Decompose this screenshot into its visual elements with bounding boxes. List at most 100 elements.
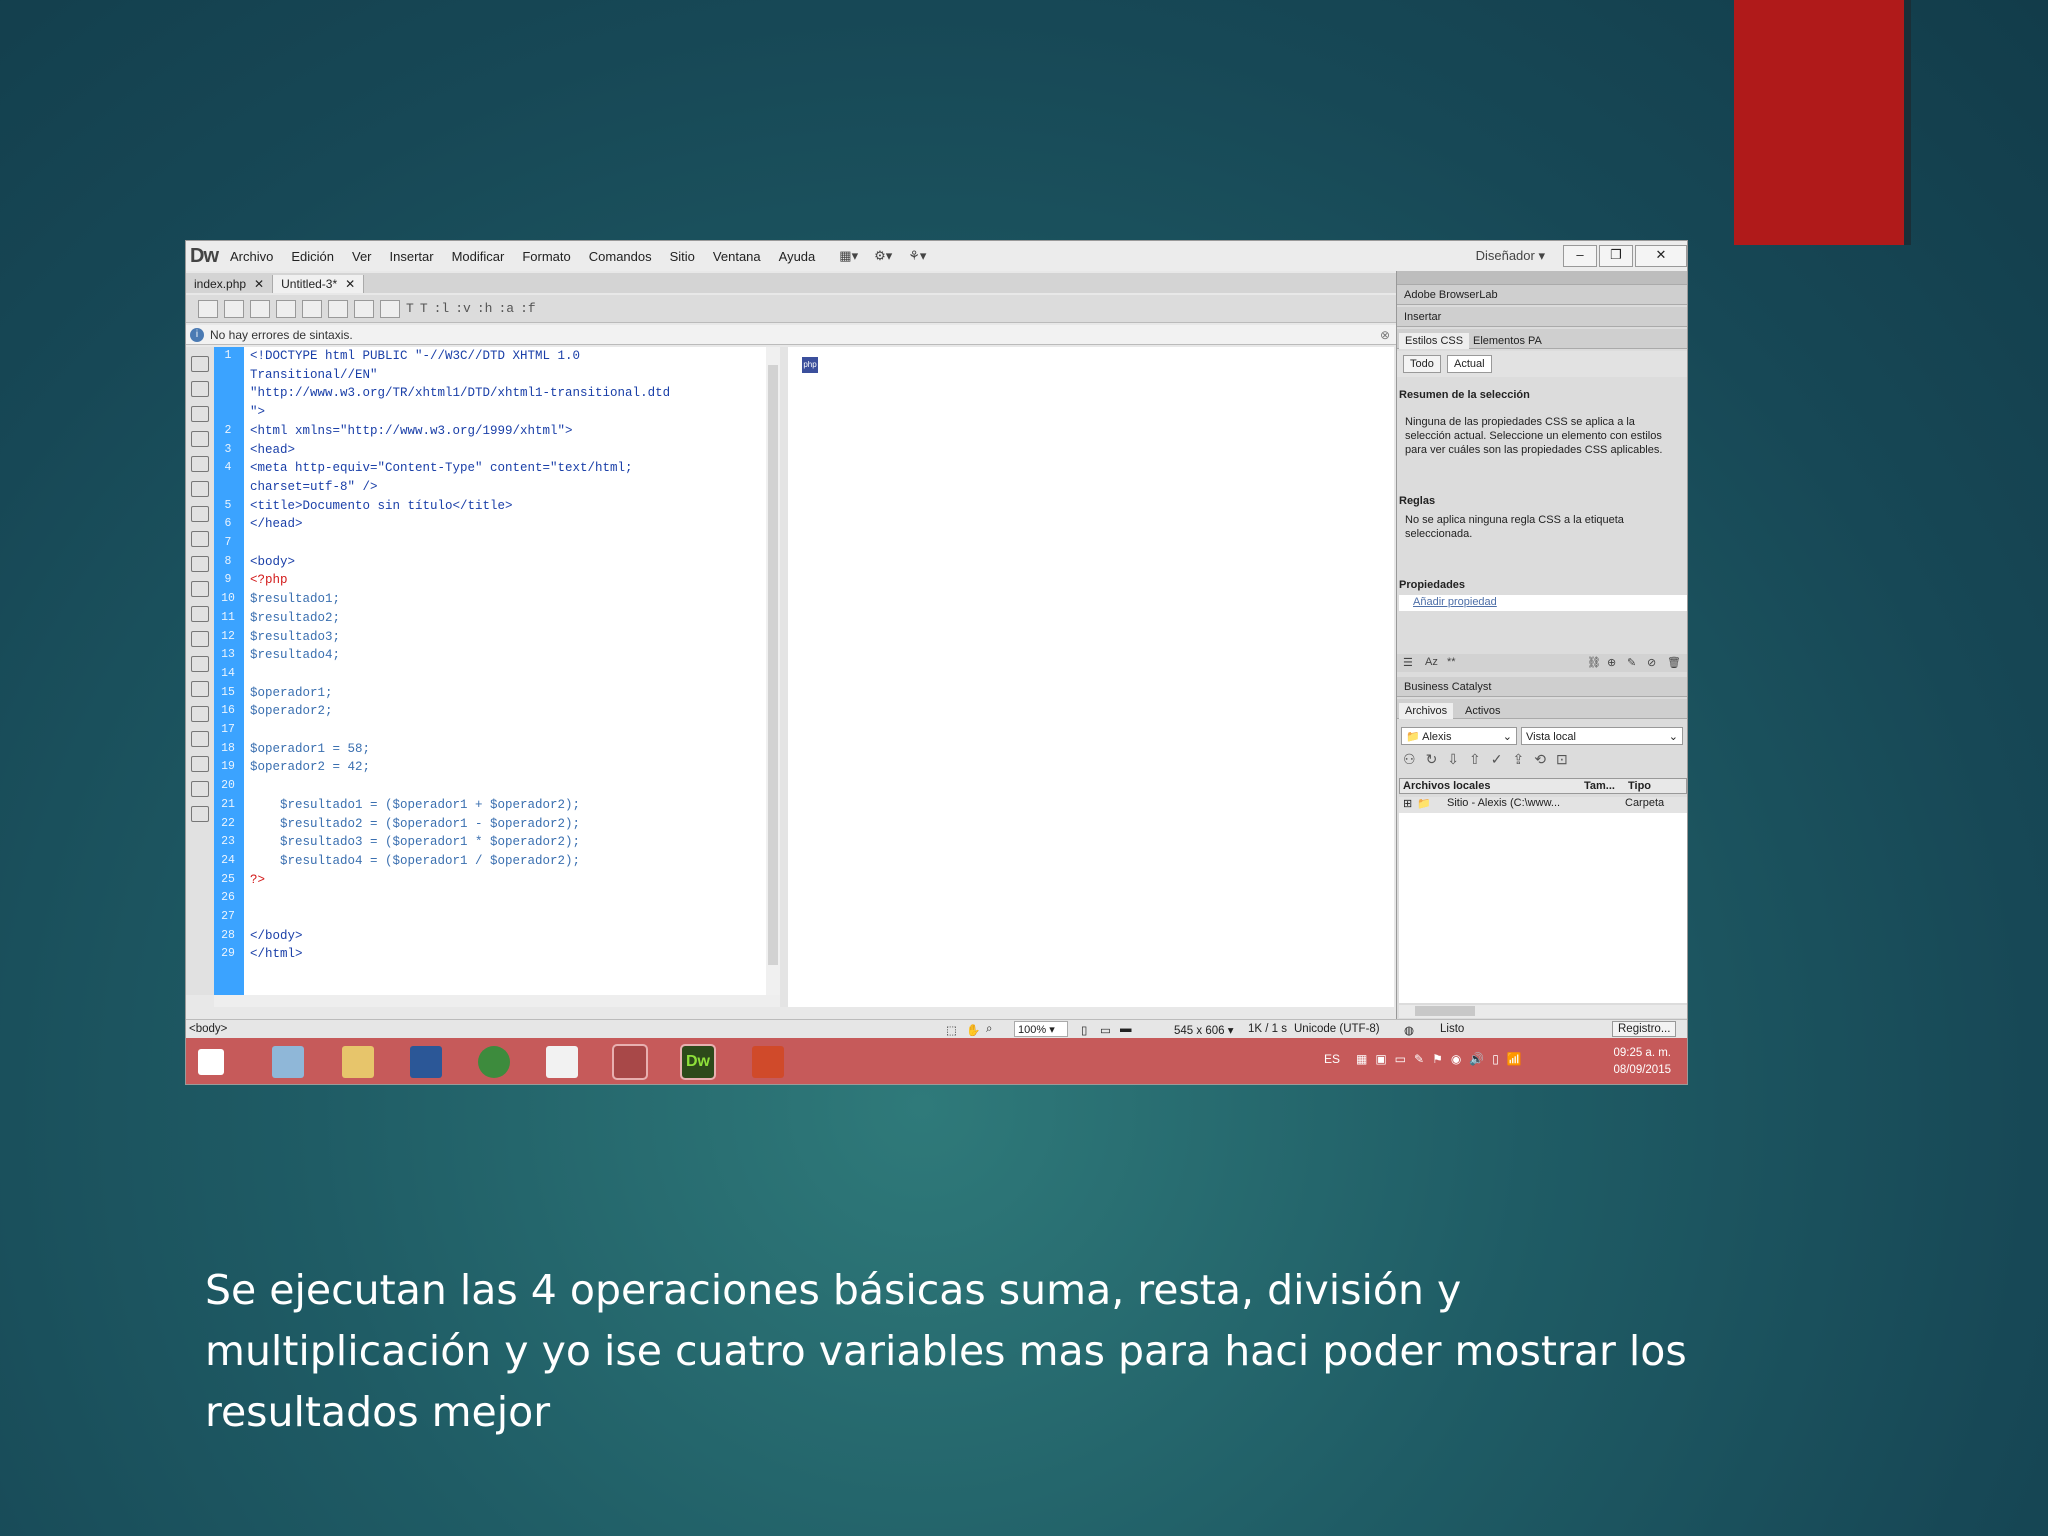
code-line[interactable]: <html xmlns="http://www.w3.org/1999/xhtm… bbox=[250, 424, 573, 438]
refresh-icon[interactable]: ↻ bbox=[1426, 751, 1448, 767]
col-archivos-locales[interactable]: Archivos locales bbox=[1403, 780, 1490, 792]
code-line[interactable]: ?> bbox=[250, 873, 265, 887]
code-horizontal-scrollbar[interactable] bbox=[214, 995, 780, 1007]
menu-formato[interactable]: Formato bbox=[522, 249, 570, 264]
line-number[interactable]: 14 bbox=[214, 667, 242, 680]
sync-icon[interactable]: ⟲ bbox=[1534, 751, 1556, 767]
panel-business-catalyst[interactable]: Business Catalyst bbox=[1397, 677, 1687, 697]
file-explorer-icon[interactable] bbox=[342, 1046, 374, 1078]
close-icon[interactable]: ✕ bbox=[345, 277, 355, 291]
line-number[interactable]: 10 bbox=[214, 592, 242, 605]
tab-index-php[interactable]: index.php ✕ bbox=[186, 275, 274, 293]
connect-icon[interactable]: ⚇ bbox=[1403, 751, 1426, 767]
split-divider[interactable] bbox=[780, 347, 788, 1007]
split-view-icon[interactable] bbox=[224, 299, 244, 318]
line-number[interactable]: 8 bbox=[214, 555, 242, 568]
label-f-button[interactable]: :f bbox=[520, 301, 536, 316]
indent-icon[interactable] bbox=[191, 756, 209, 772]
put-icon[interactable]: ⇧ bbox=[1469, 751, 1491, 767]
code-line[interactable]: $resultado4 = ($operador1 / $operador2); bbox=[250, 854, 580, 868]
tab-untitled-3[interactable]: Untitled-3* ✕ bbox=[273, 275, 365, 293]
design-view[interactable]: php bbox=[788, 347, 1394, 1007]
tray-icons[interactable]: ▦▣▭✎⚑◉🔊▯📶 bbox=[1356, 1052, 1530, 1066]
menu-ver[interactable]: Ver bbox=[352, 249, 372, 264]
menu-comandos[interactable]: Comandos bbox=[589, 249, 652, 264]
checkin-icon[interactable]: ⇪ bbox=[1513, 751, 1535, 767]
line-number[interactable]: 11 bbox=[214, 611, 242, 624]
edit-rule-icon[interactable]: ✎ bbox=[1627, 656, 1636, 669]
site-select[interactable]: 📁 Alexis ⌄ bbox=[1401, 727, 1517, 745]
menu-archivo[interactable]: Archivo bbox=[230, 249, 273, 264]
code-line[interactable]: $resultado1; bbox=[250, 592, 340, 606]
device-desktop-icon[interactable]: ▬ bbox=[1120, 1023, 1132, 1035]
word-wrap-icon[interactable] bbox=[191, 556, 209, 572]
line-number[interactable]: 17 bbox=[214, 723, 242, 736]
code-line[interactable]: <meta http-equiv="Content-Type" content=… bbox=[250, 461, 633, 475]
line-number[interactable]: 2 bbox=[214, 424, 242, 437]
code-line[interactable]: $resultado1 = ($operador1 + $operador2); bbox=[250, 798, 580, 812]
line-number[interactable]: 19 bbox=[214, 760, 242, 773]
line-number[interactable]: 6 bbox=[214, 517, 242, 530]
menu-insertar[interactable]: Insertar bbox=[390, 249, 434, 264]
code-line[interactable]: <title>Documento sin título</title> bbox=[250, 499, 513, 513]
view-select[interactable]: Vista local ⌄ bbox=[1521, 727, 1683, 745]
auto-indent-icon[interactable] bbox=[191, 606, 209, 622]
open-documents-icon[interactable] bbox=[191, 356, 209, 372]
code-line[interactable]: <body> bbox=[250, 555, 295, 569]
menu-ayuda[interactable]: Ayuda bbox=[779, 249, 816, 264]
code-editor[interactable]: <!DOCTYPE html PUBLIC "-//W3C//DTD XHTML… bbox=[244, 347, 766, 995]
tab-estilos-css[interactable]: Estilos CSS bbox=[1399, 333, 1470, 349]
code-line[interactable]: </body> bbox=[250, 929, 303, 943]
remove-comment-icon[interactable] bbox=[191, 656, 209, 672]
wrap-tag-icon[interactable] bbox=[191, 681, 209, 697]
code-line[interactable]: $operador2 = 42; bbox=[250, 760, 370, 774]
code-line[interactable]: $operador1; bbox=[250, 686, 333, 700]
line-number[interactable]: 1 bbox=[214, 349, 242, 362]
clock[interactable]: 09:25 a. m. 08/09/2015 bbox=[1613, 1045, 1671, 1079]
move-css-icon[interactable] bbox=[191, 731, 209, 747]
label-v-button[interactable]: :v bbox=[455, 301, 471, 316]
dreamweaver-icon[interactable]: Dw bbox=[680, 1044, 716, 1080]
label-l-button[interactable]: :l bbox=[434, 301, 450, 316]
select-parent-tag-icon[interactable] bbox=[191, 456, 209, 472]
live-view-icon[interactable] bbox=[276, 299, 296, 318]
line-number[interactable]: 26 bbox=[214, 891, 242, 904]
code-line[interactable]: <head> bbox=[250, 443, 295, 457]
code-line[interactable]: Transitional//EN" bbox=[250, 368, 378, 382]
collapse-tag-icon[interactable] bbox=[191, 381, 209, 397]
table-row[interactable]: ⊞ 📁 Sitio - Alexis (C:\www... Carpeta bbox=[1399, 797, 1687, 813]
label-h-button[interactable]: :h bbox=[477, 301, 493, 316]
todo-button[interactable]: Todo bbox=[1403, 355, 1441, 373]
zoom-tool-icon[interactable]: ⌕ bbox=[986, 1023, 992, 1036]
minimize-button[interactable]: – bbox=[1563, 245, 1597, 267]
line-number[interactable]: 15 bbox=[214, 686, 242, 699]
code-line[interactable]: $resultado2 = ($operador1 - $operador2); bbox=[250, 817, 580, 831]
line-number[interactable]: 5 bbox=[214, 499, 242, 512]
line-numbers-icon[interactable] bbox=[191, 506, 209, 522]
files-list[interactable] bbox=[1399, 813, 1687, 1003]
panel-browserlab[interactable]: Adobe BrowserLab bbox=[1397, 285, 1687, 305]
inspect-icon[interactable] bbox=[302, 299, 322, 318]
outdent-icon[interactable] bbox=[191, 781, 209, 797]
collapse-selection-icon[interactable] bbox=[191, 406, 209, 422]
line-number[interactable]: 9 bbox=[214, 573, 242, 586]
code-line[interactable]: $resultado4; bbox=[250, 648, 340, 662]
php-marker-icon[interactable]: php bbox=[802, 357, 818, 373]
line-number[interactable]: 3 bbox=[214, 443, 242, 456]
add-property-link[interactable]: Añadir propiedad bbox=[1413, 596, 1497, 608]
code-view-icon[interactable] bbox=[198, 299, 218, 318]
text-format-button[interactable]: T bbox=[406, 301, 414, 316]
files-horizontal-scrollbar[interactable] bbox=[1399, 1005, 1687, 1018]
close-icon[interactable]: ⊗ bbox=[1380, 328, 1390, 342]
window-size[interactable]: 545 x 606 ▾ bbox=[1174, 1023, 1233, 1037]
expand-icon[interactable]: ⊞ bbox=[1403, 797, 1412, 810]
code-line[interactable]: $resultado3 = ($operador1 * $operador2); bbox=[250, 835, 580, 849]
disable-icon[interactable]: ⊘ bbox=[1647, 656, 1656, 669]
code-line[interactable]: $resultado3; bbox=[250, 630, 340, 644]
select-tool-icon[interactable]: ⬚ bbox=[946, 1023, 957, 1037]
col-tipo[interactable]: Tipo bbox=[1628, 780, 1651, 792]
restore-button[interactable]: ❐ bbox=[1599, 245, 1633, 267]
code-line[interactable]: </html> bbox=[250, 947, 303, 961]
line-number[interactable]: 12 bbox=[214, 630, 242, 643]
code-line[interactable]: </head> bbox=[250, 517, 303, 531]
